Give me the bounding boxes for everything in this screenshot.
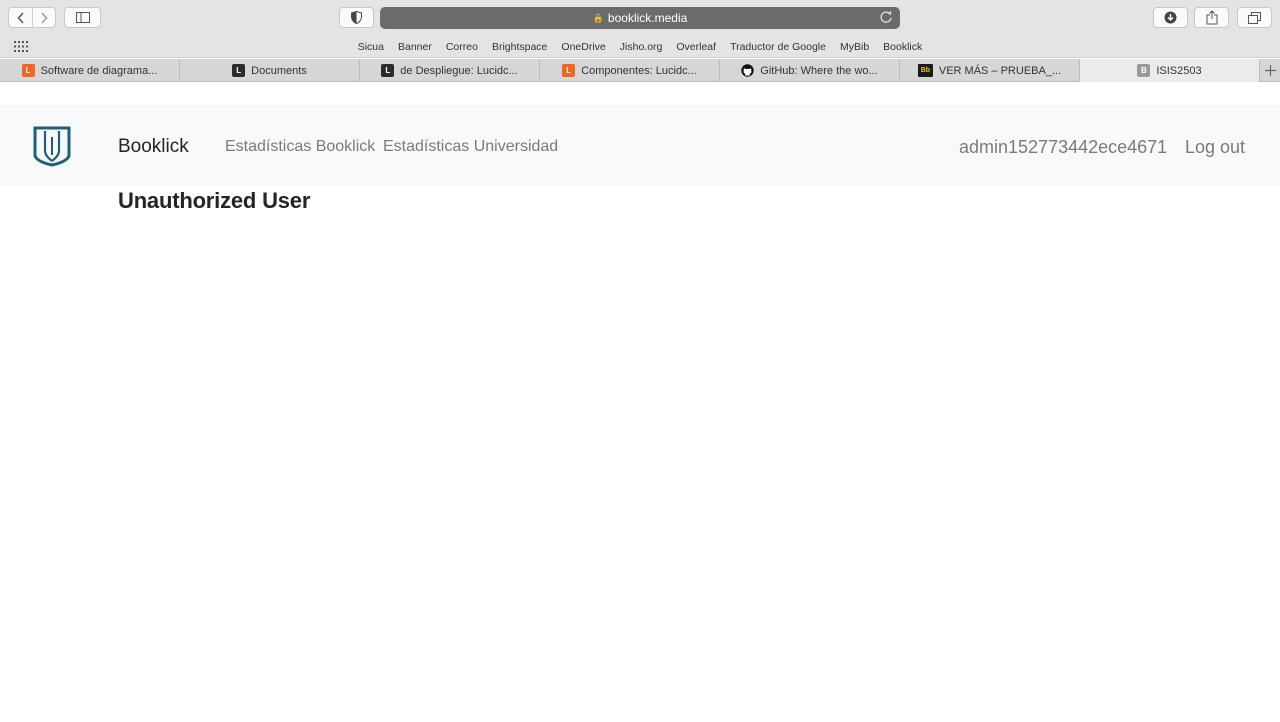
tab-label: VER MÁS – PRUEBA_... (938, 64, 1062, 77)
chevron-right-icon (41, 11, 48, 24)
share-icon (1206, 10, 1217, 25)
downloads-button[interactable] (1153, 7, 1188, 28)
privacy-report-button[interactable] (339, 7, 374, 28)
shield-icon (351, 11, 362, 24)
tab-despliegue[interactable]: L de Despliegue: Lucidc... (360, 59, 540, 82)
lock-icon: 🔒 (592, 12, 604, 23)
tab-bar: L Software de diagrama... L Documents L … (0, 59, 1280, 82)
github-icon (741, 64, 754, 77)
lucid-icon: L (381, 64, 395, 77)
logout-link[interactable]: Log out (1185, 137, 1245, 158)
new-tab-button[interactable] (1260, 59, 1280, 81)
plus-icon (1264, 64, 1276, 76)
sidebar-toggle-button[interactable] (64, 7, 101, 28)
tab-label: Documents (251, 64, 307, 77)
favorite-overleaf[interactable]: Overleaf (676, 41, 716, 53)
url-text: booklick.media (607, 11, 688, 25)
tab-github[interactable]: GitHub: Where the wo... (720, 59, 900, 82)
tab-label: de Despliegue: Lucidc... (400, 64, 518, 77)
back-button[interactable] (9, 8, 32, 27)
tabs-icon (1248, 11, 1261, 24)
favorites-bar: Sicua Banner Correo Brightspace OneDrive… (0, 36, 1280, 58)
tab-ver-mas[interactable]: Bb VER MÁS – PRUEBA_... (900, 59, 1080, 82)
forward-button[interactable] (32, 8, 55, 27)
favorites-list: Sicua Banner Correo Brightspace OneDrive… (0, 36, 1280, 58)
username-label: admin152773442ece4671 (959, 137, 1168, 157)
brand-link[interactable]: Booklick (118, 136, 189, 158)
favorite-traductor[interactable]: Traductor de Google (730, 41, 826, 53)
tab-label: Software de diagrama... (40, 64, 158, 77)
tab-label: GitHub: Where the wo... (760, 64, 878, 77)
download-icon (1164, 11, 1177, 24)
favorite-onedrive[interactable]: OneDrive (561, 41, 605, 53)
favorite-mybib[interactable]: MyBib (840, 41, 869, 53)
lucidchart-icon: L (562, 64, 576, 77)
favorite-sicua[interactable]: Sicua (358, 41, 384, 53)
tab-componentes[interactable]: L Componentes: Lucidc... (540, 59, 720, 82)
lucidchart-icon: L (21, 64, 35, 77)
favorite-correo[interactable]: Correo (446, 41, 478, 53)
nav-link-estadisticas-booklick[interactable]: Estadísticas Booklick (225, 138, 375, 156)
address-bar[interactable]: 🔒 booklick.media (380, 7, 900, 29)
favorite-booklick[interactable]: Booklick (883, 41, 922, 53)
favorite-brightspace[interactable]: Brightspace (492, 41, 547, 53)
tab-label: Componentes: Lucidc... (581, 64, 697, 77)
share-button[interactable] (1194, 7, 1229, 28)
browser-toolbar: 🔒 booklick.media (0, 0, 1280, 36)
history-buttons (8, 7, 56, 28)
sidebar-icon (75, 12, 90, 23)
tab-label: ISIS2503 (1156, 64, 1202, 77)
university-logo-icon[interactable] (32, 125, 72, 167)
blackboard-icon: Bb (917, 64, 933, 77)
tab-overview-button[interactable] (1237, 7, 1272, 28)
tab-documents[interactable]: L Documents (180, 59, 360, 82)
tab-lucidchart-software[interactable]: L Software de diagrama... (0, 59, 180, 82)
lucid-icon: L (232, 64, 246, 77)
page-title: Unauthorized User (118, 188, 311, 213)
favorite-banner[interactable]: Banner (398, 41, 432, 53)
letter-b-icon: B (1137, 64, 1151, 77)
tab-isis2503[interactable]: B ISIS2503 (1080, 59, 1260, 82)
reload-icon[interactable] (879, 10, 893, 24)
chevron-left-icon (16, 11, 24, 24)
favorite-jisho[interactable]: Jisho.org (620, 41, 663, 53)
nav-link-estadisticas-universidad[interactable]: Estadísticas Universidad (383, 138, 558, 156)
